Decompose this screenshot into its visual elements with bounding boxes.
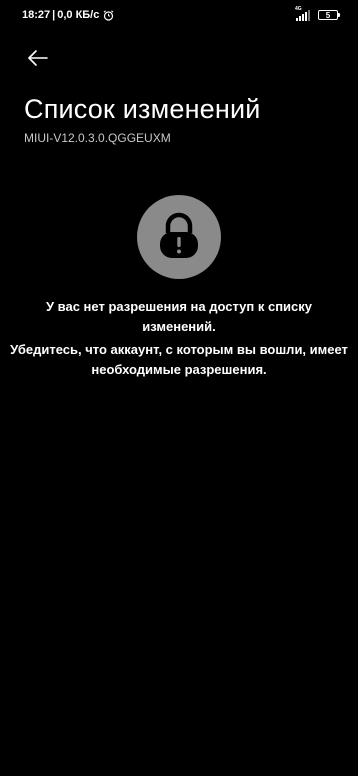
no-permission-message: У вас нет разрешения на доступ к списку … — [45, 299, 313, 334]
status-bar: 18:27 | 0,0 КБ/с 4G 5 — [0, 0, 358, 32]
battery-level: 5 — [325, 10, 331, 20]
status-time: 18:27 — [22, 9, 51, 21]
alarm-clock-icon — [103, 9, 114, 21]
signal-icon: 4G — [295, 6, 313, 21]
network-type-label: 4G — [295, 6, 302, 12]
status-right: 4G 5 — [295, 6, 340, 21]
status-left: 18:27 | 0,0 КБ/с — [22, 9, 114, 21]
arrow-left-icon — [28, 50, 48, 66]
version-subtitle: MIUI-V12.0.3.0.QGGEUXM — [24, 131, 171, 145]
back-button[interactable] — [24, 44, 52, 72]
lock-icon-circle — [137, 195, 221, 279]
lock-icon — [160, 212, 198, 258]
status-separator: | — [52, 9, 56, 21]
page-title: Список изменений — [24, 94, 261, 124]
permission-hint-message: Убедитесь, что аккаунт, с которым вы вош… — [10, 342, 348, 377]
battery-icon: 5 — [318, 10, 340, 20]
status-data-speed: 0,0 КБ/с — [57, 9, 100, 21]
